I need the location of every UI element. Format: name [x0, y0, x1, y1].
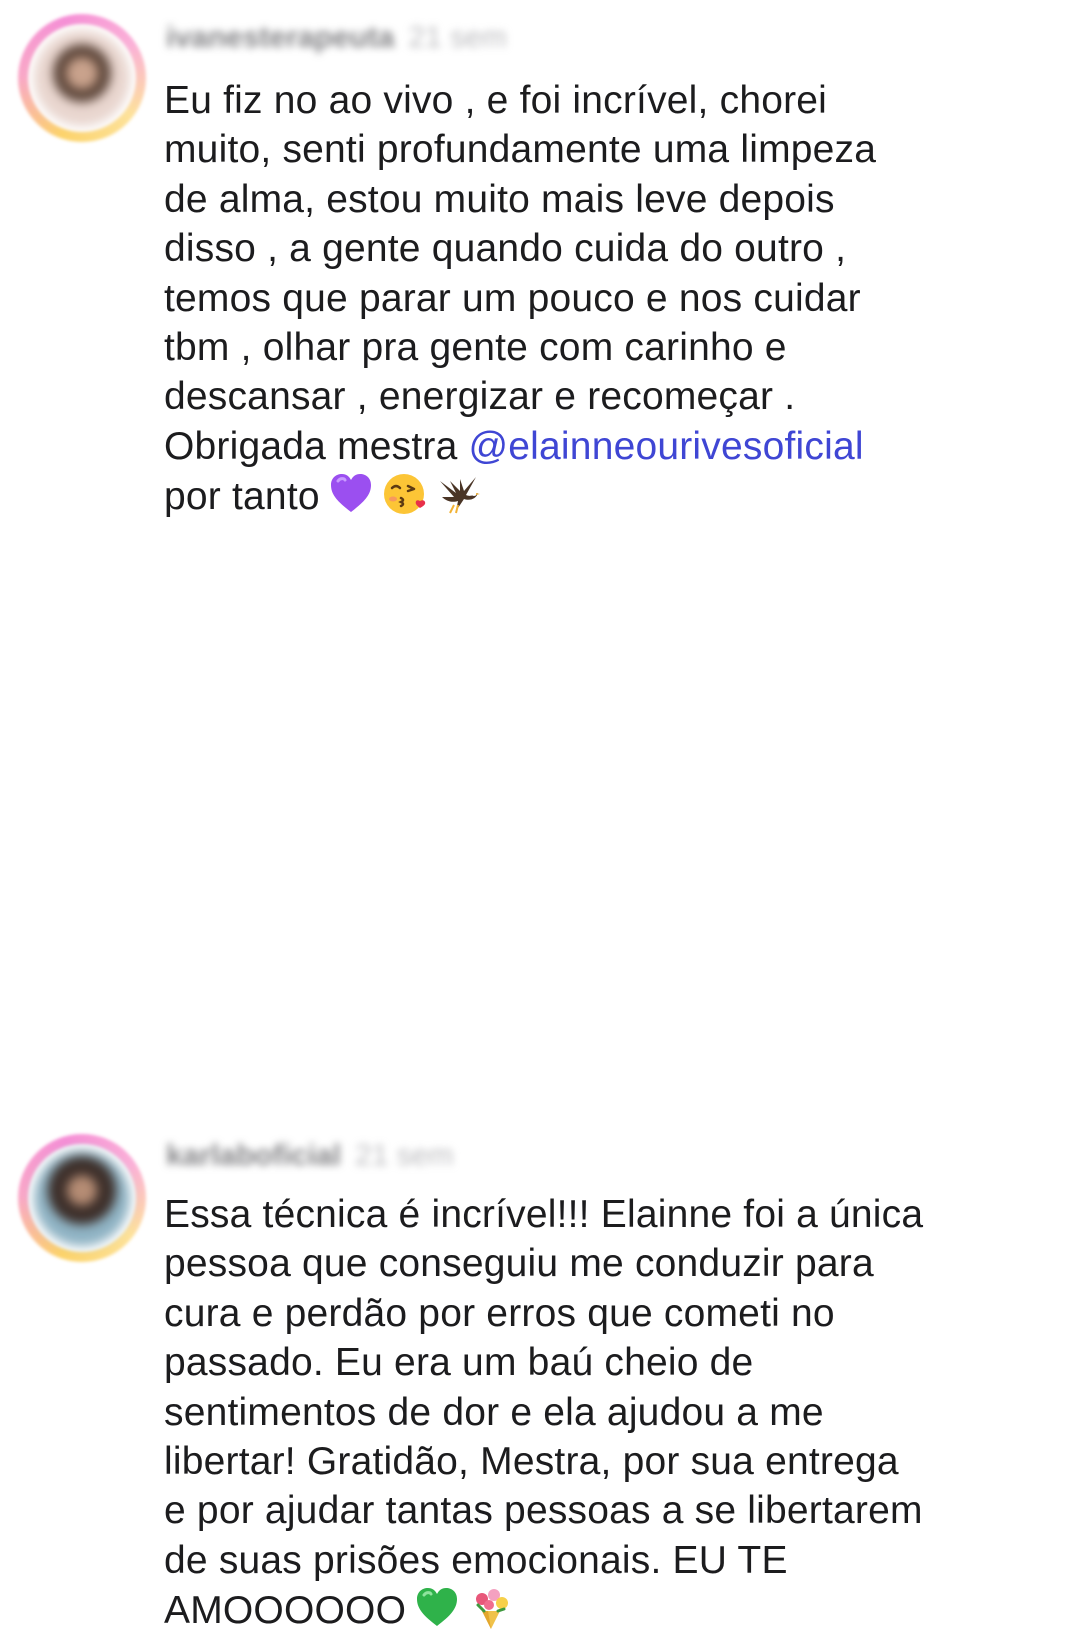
comment-line: libertar! Gratidão, Mestra, por sua entr… — [164, 1439, 899, 1483]
username[interactable]: ivanesterapeuta — [166, 21, 394, 55]
green-heart-icon — [414, 1585, 460, 1631]
mention-link[interactable]: @elainneourivesoficial — [469, 425, 864, 468]
avatar-photo — [34, 1150, 130, 1246]
comment-line: tbm , olhar pra gente com carinho e — [164, 325, 787, 369]
eagle-icon — [436, 471, 482, 517]
comment-line: Essa técnica é incrível!!! Elainne foi a… — [164, 1193, 924, 1236]
avatar-photo — [34, 30, 130, 126]
comment-line: por tanto — [164, 471, 1044, 520]
comment-line: passado. Eu era um baú cheio de — [164, 1341, 754, 1385]
comment-line: pessoa que conseguiu me conduzir para — [164, 1242, 874, 1286]
timestamp: 21 sem — [408, 21, 507, 54]
comment-line: descansar , energizar e recomeçar . — [164, 375, 796, 419]
comment-item: ivanesterapeuta 21 sem Eu fiz no ao vivo… — [0, 0, 1080, 540]
kissing-face-icon — [382, 471, 428, 517]
comment-item: karlaboficial 21 sem Essa técnica é incr… — [0, 560, 1080, 1632]
comment-meta: karlaboficial 21 sem — [166, 1136, 453, 1176]
username[interactable]: karlaboficial — [166, 1139, 341, 1173]
comment-line: Eu fiz no ao vivo , e foi incrível, chor… — [164, 79, 828, 122]
comment-text: Eu fiz no ao vivo , e foi incrível, chor… — [164, 76, 1044, 521]
comment-line: AMOOOOOO — [164, 1585, 1044, 1634]
comment-line: disso , a gente quando cuida do outro , — [164, 227, 847, 271]
comment-meta: ivanesterapeuta 21 sem — [166, 18, 507, 58]
comment-line: temos que parar um pouco e nos cuidar — [164, 276, 861, 320]
comment-text-segment: AMOOOOOO — [164, 1589, 407, 1633]
comment-line: cura e perdão por erros que cometi no — [164, 1291, 835, 1335]
comment-text-segment: por tanto — [164, 475, 320, 519]
timestamp: 21 sem — [355, 1139, 454, 1172]
comment-line: de alma, estou muito mais leve depois — [164, 177, 835, 221]
avatar[interactable] — [18, 14, 146, 142]
comment-text: Essa técnica é incrível!!! Elainne foi a… — [164, 1190, 1044, 1635]
comment-line: e por ajudar tantas pessoas a se liberta… — [164, 1489, 923, 1533]
avatar[interactable] — [18, 1134, 146, 1262]
bouquet-icon — [468, 1585, 514, 1631]
comment-line: de suas prisões emocionais. EU TE — [164, 1538, 788, 1582]
comment-line: Obrigada mestra @elainneourivesoficial — [164, 422, 1044, 471]
comment-line: sentimentos de dor e ela ajudou a me — [164, 1390, 824, 1434]
comment-text-segment: Obrigada mestra — [164, 424, 469, 468]
comment-line: muito, senti profundamente uma limpeza — [164, 128, 877, 172]
purple-heart-icon — [328, 471, 374, 517]
